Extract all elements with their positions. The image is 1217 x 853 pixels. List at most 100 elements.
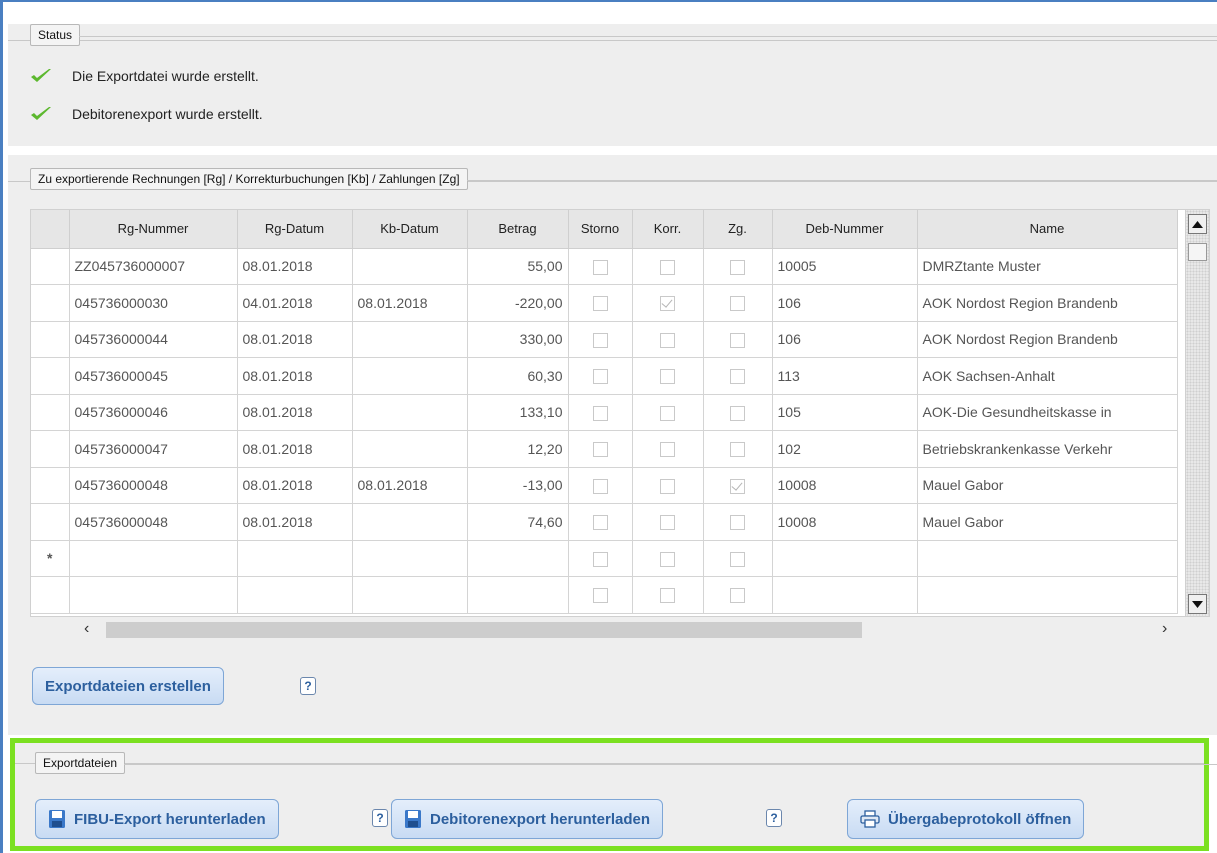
cell-rg-datum[interactable]: 08.01.2018 <box>237 467 353 504</box>
column-header-korr[interactable]: Korr. <box>632 210 704 249</box>
cell-betrag[interactable]: -13,00 <box>467 467 569 504</box>
cell-name[interactable]: Mauel Gabor <box>917 503 1178 541</box>
empty-cell[interactable] <box>917 576 1178 614</box>
storno-checkbox[interactable] <box>592 259 608 275</box>
row-selector[interactable] <box>31 248 70 285</box>
row-selector[interactable] <box>31 357 70 395</box>
debitorenexport-download-button[interactable]: Debitorenexport herunterladen <box>391 799 664 839</box>
cell-rg-datum[interactable]: 04.01.2018 <box>237 284 353 322</box>
column-header-rg-datum[interactable]: Rg-Datum <box>237 210 353 249</box>
row-selector[interactable] <box>31 467 70 504</box>
cell-name[interactable]: Mauel Gabor <box>917 467 1178 504</box>
korr-checkbox[interactable] <box>660 259 675 275</box>
cell-deb-nummer[interactable]: 10008 <box>772 503 918 541</box>
cell-deb-nummer[interactable]: 102 <box>772 430 918 468</box>
empty-cell[interactable] <box>772 540 918 577</box>
row-selector[interactable] <box>31 503 70 541</box>
empty-cell[interactable] <box>352 576 468 614</box>
cell-betrag[interactable]: 12,20 <box>467 430 569 468</box>
empty-cell[interactable] <box>917 540 1178 577</box>
korr-checkbox[interactable] <box>660 332 675 348</box>
cell-name[interactable]: AOK Nordost Region Brandenb <box>917 321 1178 358</box>
empty-cell[interactable] <box>772 576 918 614</box>
cell-name[interactable]: AOK Nordost Region Brandenb <box>917 284 1178 322</box>
cell-rg-nummer[interactable]: 045736000048 <box>69 503 238 541</box>
zg-checkbox[interactable] <box>730 296 745 312</box>
cell-rg-nummer[interactable]: ZZ045736000007 <box>69 248 238 285</box>
empty-cell[interactable] <box>69 576 238 614</box>
table-row[interactable]: 045736000045 08.01.2018 60,30 113 AOK Sachse… <box>31 357 1178 395</box>
cell-rg-nummer[interactable]: 045736000047 <box>69 430 238 468</box>
zg-checkbox[interactable] <box>730 332 745 348</box>
column-header-betrag[interactable]: Betrag <box>467 210 569 249</box>
row-selector[interactable] <box>31 430 70 468</box>
invoice-grid[interactable]: Rg-Nummer Rg-Datum Kb-Datum Betrag Storn… <box>30 209 1210 617</box>
storno-checkbox[interactable] <box>592 478 608 494</box>
table-row[interactable]: 045736000048 08.01.2018 08.01.2018 -13,00 10… <box>31 467 1178 504</box>
cell-rg-datum[interactable]: 08.01.2018 <box>237 321 353 358</box>
storno-checkbox[interactable] <box>592 551 608 567</box>
table-row[interactable]: ZZ045736000007 08.01.2018 55,00 10005 DMRZta… <box>31 248 1178 285</box>
table-row[interactable]: 045736000048 08.01.2018 74,60 10008 Mauel Ga… <box>31 503 1178 541</box>
cell-kb-datum[interactable] <box>352 248 468 285</box>
table-row[interactable]: 045736000047 08.01.2018 12,20 102 Betriebskr… <box>31 430 1178 468</box>
zg-checkbox[interactable] <box>730 588 745 604</box>
korr-checkbox[interactable] <box>660 296 675 312</box>
table-row[interactable]: 045736000044 08.01.2018 330,00 106 AOK Nordo… <box>31 321 1178 358</box>
fibu-export-download-button[interactable]: FIBU-Export herunterladen <box>35 799 279 839</box>
cell-kb-datum[interactable] <box>352 430 468 468</box>
cell-betrag[interactable]: 60,30 <box>467 357 569 395</box>
cell-name[interactable]: AOK-Die Gesundheitskasse in <box>917 394 1178 431</box>
zg-checkbox[interactable] <box>730 405 745 421</box>
empty-cell[interactable] <box>237 540 353 577</box>
vertical-scroll-thumb[interactable] <box>1188 243 1207 261</box>
storno-checkbox[interactable] <box>592 369 608 385</box>
cell-betrag[interactable]: 74,60 <box>467 503 569 541</box>
cell-rg-datum[interactable]: 08.01.2018 <box>237 503 353 541</box>
column-header-deb-nummer[interactable]: Deb-Nummer <box>772 210 918 249</box>
empty-row[interactable] <box>31 576 1178 614</box>
scroll-down-icon[interactable] <box>1188 594 1207 614</box>
help-icon[interactable]: ? <box>372 809 388 827</box>
row-selector[interactable] <box>31 321 70 358</box>
cell-deb-nummer[interactable]: 106 <box>772 284 918 322</box>
korr-checkbox[interactable] <box>660 515 675 531</box>
empty-cell[interactable] <box>467 576 569 614</box>
cell-deb-nummer[interactable]: 106 <box>772 321 918 358</box>
cell-rg-nummer[interactable]: 045736000045 <box>69 357 238 395</box>
cell-rg-datum[interactable]: 08.01.2018 <box>237 394 353 431</box>
zg-checkbox[interactable] <box>730 551 745 567</box>
storno-checkbox[interactable] <box>592 296 608 312</box>
korr-checkbox[interactable] <box>660 588 675 604</box>
vertical-scrollbar[interactable] <box>1185 210 1209 616</box>
new-row[interactable]: * <box>31 540 1178 577</box>
column-header-storno[interactable]: Storno <box>568 210 633 249</box>
storno-checkbox[interactable] <box>592 442 608 458</box>
empty-cell[interactable] <box>69 540 238 577</box>
open-handover-protocol-button[interactable]: Übergabeprotokoll öffnen <box>847 799 1085 839</box>
korr-checkbox[interactable] <box>660 551 675 567</box>
column-header-name[interactable]: Name <box>917 210 1178 249</box>
cell-kb-datum[interactable] <box>352 394 468 431</box>
cell-deb-nummer[interactable]: 105 <box>772 394 918 431</box>
cell-deb-nummer[interactable]: 10005 <box>772 248 918 285</box>
cell-betrag[interactable]: 133,10 <box>467 394 569 431</box>
zg-checkbox[interactable] <box>730 478 745 494</box>
scroll-up-icon[interactable] <box>1188 214 1207 234</box>
empty-cell[interactable] <box>467 540 569 577</box>
zg-checkbox[interactable] <box>730 259 745 275</box>
zg-checkbox[interactable] <box>730 442 745 458</box>
cell-name[interactable]: Betriebskrankenkasse Verkehr <box>917 430 1178 468</box>
help-icon[interactable]: ? <box>766 809 782 827</box>
cell-kb-datum[interactable]: 08.01.2018 <box>352 467 468 504</box>
horizontal-scrollbar[interactable]: ‹ › <box>68 620 1210 640</box>
column-header-zg[interactable]: Zg. <box>703 210 773 249</box>
storno-checkbox[interactable] <box>592 332 608 348</box>
scroll-left-icon[interactable]: ‹ <box>84 620 89 638</box>
korr-checkbox[interactable] <box>660 369 675 385</box>
cell-rg-datum[interactable]: 08.01.2018 <box>237 248 353 285</box>
cell-kb-datum[interactable] <box>352 357 468 395</box>
cell-deb-nummer[interactable]: 10008 <box>772 467 918 504</box>
cell-kb-datum[interactable] <box>352 321 468 358</box>
zg-checkbox[interactable] <box>730 369 745 385</box>
